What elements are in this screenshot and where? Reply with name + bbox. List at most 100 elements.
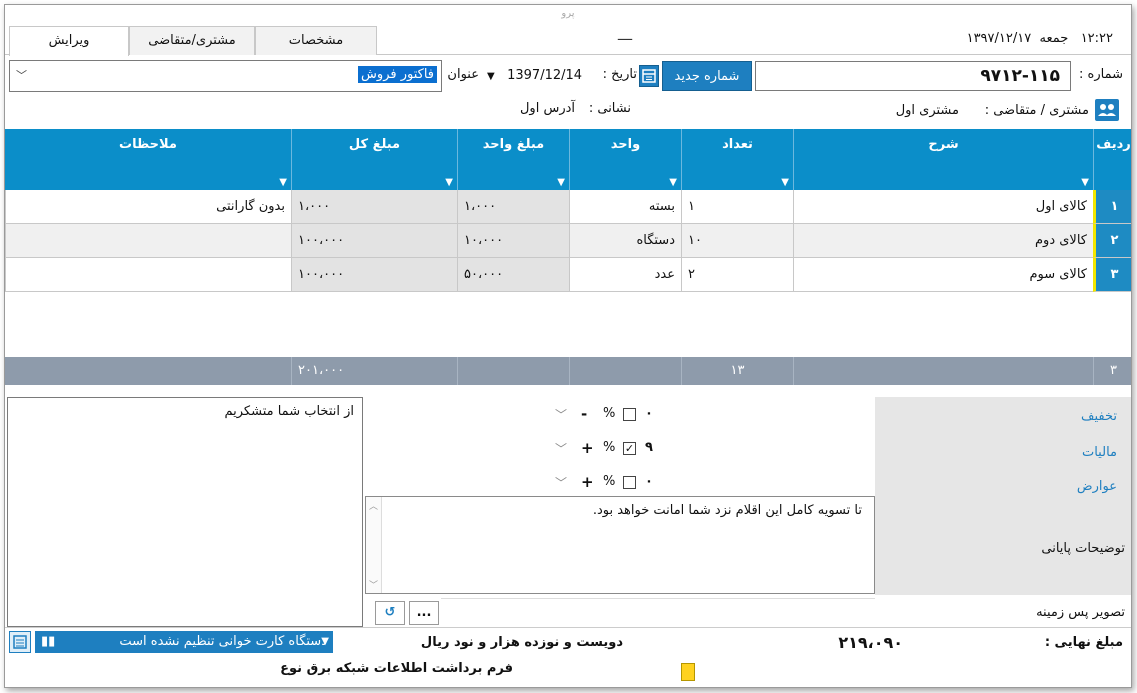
grid-footer: ۳ ۱۳ ۲۰۱،۰۰۰ [5, 357, 1131, 385]
browse-button[interactable]: ... [409, 601, 439, 625]
cell-row[interactable]: ۳ [1093, 258, 1131, 292]
percent-label: % [603, 440, 616, 455]
card-reader-status[interactable]: دستگاه کارت خوانی تنظیم نشده است ▮▮ ▼ [35, 631, 333, 653]
cell-total[interactable]: ۱،۰۰۰ [291, 190, 457, 224]
cell-desc[interactable]: کالای اول [793, 190, 1093, 224]
cell-unit-price[interactable]: ۵۰،۰۰۰ [457, 258, 569, 292]
title-label: عنوان : [438, 67, 479, 82]
cell-total[interactable]: ۱۰۰،۰۰۰ [291, 258, 457, 292]
duties-checkbox[interactable] [623, 476, 636, 489]
discount-sign[interactable]: - [581, 405, 587, 423]
tab-edit[interactable]: ویرایش [9, 26, 129, 56]
footer-desc-textarea[interactable]: تا تسویه کامل این اقلام نزد شما امانت خو… [365, 496, 875, 594]
footer-unit-price [457, 357, 569, 385]
cell-unit[interactable]: دستگاه [569, 224, 681, 258]
filter-icon[interactable]: ▼ [279, 177, 287, 188]
cell-row[interactable]: ۱ [1093, 190, 1131, 224]
scroll-up-icon[interactable]: ︿ [369, 499, 378, 512]
final-amount-value: ۲۱۹،۰۹۰ [838, 633, 903, 652]
col-unit-label: واحد [610, 137, 641, 152]
cell-qty[interactable]: ۲ [681, 258, 793, 292]
thanks-note-textarea[interactable]: از انتخاب شما متشکریم [7, 397, 363, 627]
bottom-strip: فرم برداشت اطلاعات شبکه برق نوع [5, 655, 1131, 687]
cell-row[interactable]: ۲ [1093, 224, 1131, 258]
tab-separator: — [617, 29, 633, 48]
discount-checkbox[interactable] [623, 408, 636, 421]
title-bar: پرو [5, 5, 1131, 25]
tax-label[interactable]: مالیات [1082, 445, 1117, 460]
footer-desc-scrollbar[interactable]: ︿ ﹀ [366, 497, 382, 593]
settings-icon[interactable] [9, 631, 31, 653]
col-total[interactable]: مبلغ کل ▼ [291, 129, 457, 190]
cell-note[interactable] [5, 258, 291, 292]
footer-qty-sum: ۱۳ [681, 357, 793, 385]
percent-label: % [603, 406, 616, 421]
cell-unit[interactable]: بسته [569, 190, 681, 224]
chevron-down-icon[interactable]: ﹀ [555, 474, 567, 491]
chevron-down-icon[interactable]: ▼ [321, 631, 329, 653]
duties-controls: ﹀ +% ۰ [553, 471, 663, 497]
col-unit[interactable]: واحد ▼ [569, 129, 681, 190]
card-reader-text: دستگاه کارت خوانی تنظیم نشده است [119, 634, 327, 649]
tab-row: ویرایش مشتری/متقاضی مشخصات — ۱۲:۲۲ جمعه … [5, 25, 1131, 56]
col-row-label: ردیف [1096, 137, 1131, 152]
address-label: نشانی : [588, 101, 631, 116]
reset-icon[interactable]: ↺ [375, 601, 405, 625]
calendar-icon[interactable] [639, 65, 659, 87]
percent-label: % [603, 474, 616, 489]
new-number-button[interactable]: شماره جدید [662, 61, 752, 91]
tab-customer[interactable]: مشتری/متقاضی [129, 26, 255, 55]
chevron-down-icon[interactable]: ﹀ [555, 440, 567, 457]
final-amount-words: دویست و نوزده هزار و نود ریال [420, 635, 623, 650]
chevron-down-icon: ﹀ [16, 69, 27, 82]
date-label: تاریخ : [602, 67, 637, 82]
date-picker[interactable]: ▼ 1397/12/14 [483, 63, 583, 89]
grid-header: ردیف شرح ▼ تعداد ▼ واحد ▼ مبلغ واحد ▼ مبلغ ک… [5, 129, 1131, 190]
title-combo[interactable]: فاکتور فروش ﹀ [9, 60, 442, 92]
filter-icon[interactable]: ▼ [445, 177, 453, 188]
bottom-strip-text: فرم برداشت اطلاعات شبکه برق نوع [280, 661, 513, 676]
duties-value[interactable]: ۰ [645, 474, 653, 489]
filter-icon[interactable]: ▼ [1081, 177, 1089, 188]
discount-value[interactable]: ۰ [645, 406, 653, 421]
cell-desc[interactable]: کالای دوم [793, 224, 1093, 258]
cell-unit-price[interactable]: ۱۰،۰۰۰ [457, 224, 569, 258]
cell-qty[interactable]: ۱ [681, 190, 793, 224]
customer-icon[interactable] [1095, 99, 1119, 121]
footer-desc-label: توضیحات پایانی [1041, 541, 1125, 556]
chevron-down-icon[interactable]: ﹀ [555, 406, 567, 423]
cell-unit[interactable]: عدد [569, 258, 681, 292]
cell-unit-price[interactable]: ۱،۰۰۰ [457, 190, 569, 224]
background-path [441, 598, 875, 626]
duties-label[interactable]: عوارض [1077, 479, 1117, 494]
date-value: 1397/12/14 [507, 68, 583, 83]
tax-checkbox[interactable]: ✓ [623, 442, 636, 455]
cell-note[interactable] [5, 224, 291, 258]
duties-sign[interactable]: + [581, 473, 594, 491]
cell-desc[interactable]: کالای سوم [793, 258, 1093, 292]
clock: ۱۲:۲۲ جمعه ۱۳۹۷/۱۲/۱۷ [967, 31, 1113, 46]
cell-total[interactable]: ۱۰۰،۰۰۰ [291, 224, 457, 258]
window-title: پرو [561, 8, 575, 19]
scroll-down-icon[interactable]: ﹀ [369, 578, 378, 591]
tax-value[interactable]: ۹ [645, 440, 653, 455]
footer-row-count: ۳ [1093, 357, 1131, 385]
filter-icon[interactable]: ▼ [557, 177, 565, 188]
col-row[interactable]: ردیف [1093, 129, 1131, 190]
filter-icon[interactable]: ▼ [781, 177, 789, 188]
col-notes[interactable]: ملاحظات ▼ [5, 129, 291, 190]
discount-label[interactable]: تخفیف [1081, 409, 1117, 424]
col-desc[interactable]: شرح ▼ [793, 129, 1093, 190]
number-input[interactable]: ۹۷۱۲-۱۱۵ [755, 61, 1071, 91]
col-qty[interactable]: تعداد ▼ [681, 129, 793, 190]
tax-sign[interactable]: + [581, 439, 594, 457]
tab-specs[interactable]: مشخصات [255, 26, 377, 55]
cell-note[interactable]: بدون گارانتی [5, 190, 291, 224]
cell-qty[interactable]: ۱۰ [681, 224, 793, 258]
clock-day: جمعه [1039, 31, 1069, 46]
invoice-window: پرو ویرایش مشتری/متقاضی مشخصات — ۱۲:۲۲ ج… [4, 4, 1132, 688]
col-unit-price[interactable]: مبلغ واحد ▼ [457, 129, 569, 190]
discount-controls: ﹀ -% ۰ [553, 403, 663, 429]
col-desc-label: شرح [928, 137, 959, 152]
filter-icon[interactable]: ▼ [669, 177, 677, 188]
